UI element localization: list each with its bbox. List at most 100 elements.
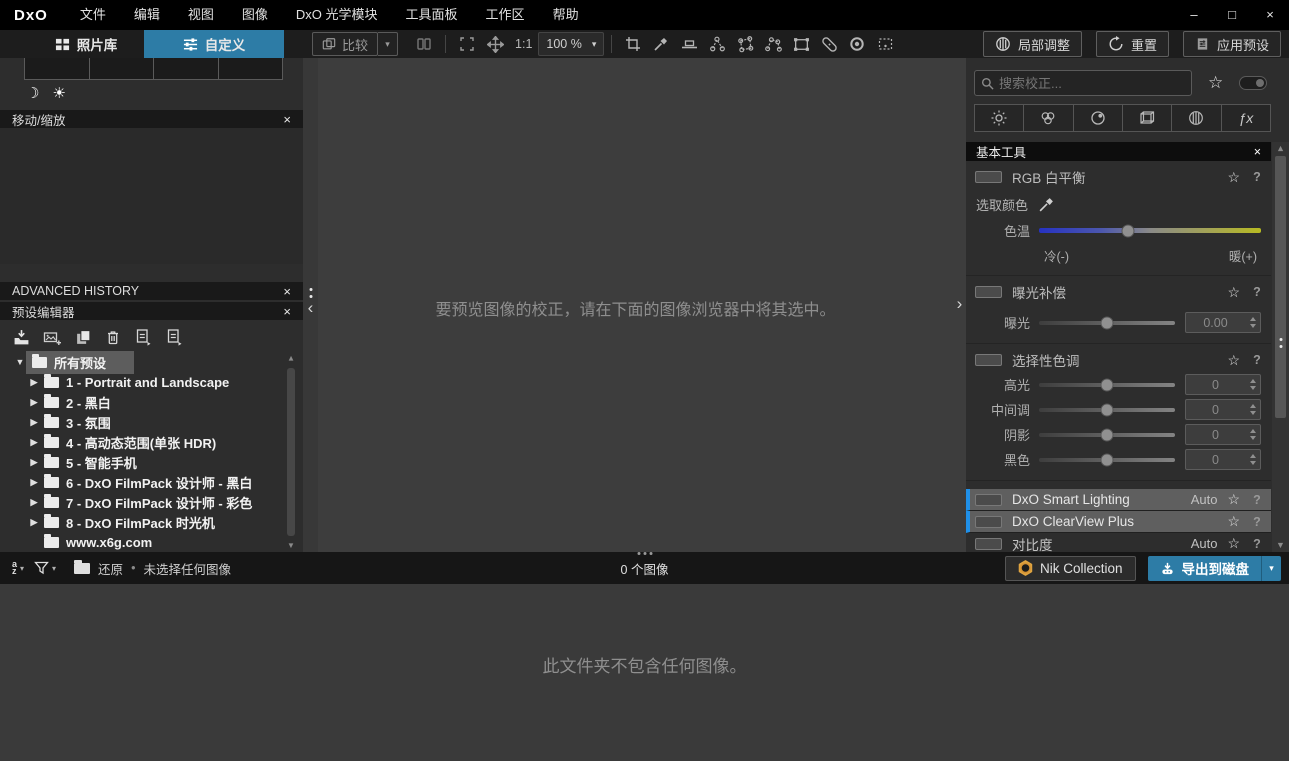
preset-folder[interactable]: ▶ 2 - 黑白: [0, 392, 303, 412]
search-input[interactable]: [999, 75, 1185, 91]
menu-image[interactable]: 图像: [228, 0, 282, 30]
white-balance-picker-icon[interactable]: [649, 32, 673, 56]
preset-folder[interactable]: ▶ 6 - DxO FilmPack 设计师 - 黑白: [0, 472, 303, 492]
color-picker-icon[interactable]: [1038, 196, 1055, 213]
help-icon[interactable]: ?: [1252, 353, 1262, 367]
export-to-disk-button[interactable]: 导出到磁盘: [1147, 555, 1261, 581]
right-panel-splitter[interactable]: ›: [953, 58, 966, 552]
selective-tone-checkbox[interactable]: [975, 354, 1002, 366]
preset-tree-scrollbar[interactable]: ▼ ▼: [285, 354, 297, 550]
delete-preset-icon[interactable]: [105, 329, 121, 346]
selection-tool-icon[interactable]: [873, 32, 897, 56]
clearview-checkbox[interactable]: [975, 515, 1002, 528]
highlights-value-input[interactable]: 0: [1185, 374, 1261, 395]
shadow-clipping-icon[interactable]: ☽: [26, 84, 39, 102]
sort-icon[interactable]: a z: [12, 560, 17, 576]
menu-workspace[interactable]: 工作区: [472, 0, 539, 30]
help-icon[interactable]: ?: [1252, 170, 1262, 184]
exposure-value-input[interactable]: 0.00: [1185, 312, 1261, 333]
blacks-value-input[interactable]: 0: [1185, 449, 1261, 470]
sort-dropdown-icon[interactable]: ▾: [20, 564, 24, 573]
preset-folder[interactable]: ▶ 5 - 智能手机: [0, 452, 303, 472]
import-preset-icon[interactable]: [13, 329, 30, 346]
close-button[interactable]: ×: [1251, 0, 1289, 30]
help-icon[interactable]: ?: [1252, 537, 1262, 551]
import-export-preset-icon[interactable]: [165, 328, 183, 346]
export-options-dropdown[interactable]: ▾: [1261, 555, 1281, 581]
search-corrections-box[interactable]: [974, 70, 1192, 96]
tri-right-icon[interactable]: ▶: [28, 477, 40, 488]
scrollbar-thumb[interactable]: [1275, 156, 1286, 418]
tri-right-icon[interactable]: ▶: [28, 377, 40, 388]
smart-lighting-checkbox[interactable]: [975, 493, 1002, 506]
slider-handle[interactable]: [1100, 378, 1114, 391]
preset-editor-palette-header[interactable]: 预设编辑器 ×: [0, 302, 303, 320]
tab-customize[interactable]: 自定义: [144, 30, 284, 58]
control-point-tool-icon[interactable]: [705, 32, 729, 56]
highlights-slider[interactable]: [1039, 378, 1175, 391]
scroll-down-icon[interactable]: ▼: [1272, 540, 1289, 550]
tri-right-icon[interactable]: ▶: [28, 437, 40, 448]
close-icon[interactable]: ×: [283, 284, 291, 299]
crop-tool-icon[interactable]: [621, 32, 645, 56]
stepper-icon[interactable]: [1245, 317, 1260, 328]
favorite-star-icon[interactable]: ☆: [1227, 284, 1240, 301]
tri-right-icon[interactable]: ▶: [28, 517, 40, 528]
current-folder-label[interactable]: 还原: [98, 559, 123, 578]
close-icon[interactable]: ×: [1254, 145, 1261, 159]
basic-tools-header[interactable]: 基本工具 ×: [966, 142, 1271, 161]
minimize-button[interactable]: –: [1175, 0, 1213, 30]
menu-file[interactable]: 文件: [66, 0, 120, 30]
preset-folder[interactable]: ▶ www.x6g.com: [0, 532, 303, 552]
stepper-icon[interactable]: [1245, 454, 1260, 465]
preset-folder[interactable]: ▶ 8 - DxO FilmPack 时光机: [0, 512, 303, 532]
help-icon[interactable]: ?: [1252, 285, 1262, 299]
favorite-star-icon[interactable]: ☆: [1227, 169, 1240, 186]
horizon-tool-icon[interactable]: [677, 32, 701, 56]
shadows-value-input[interactable]: 0: [1185, 424, 1261, 445]
local-adjustments-button[interactable]: 局部调整: [982, 31, 1082, 57]
slider-handle[interactable]: [1121, 224, 1135, 237]
close-icon[interactable]: ×: [283, 112, 291, 127]
collapse-right-panel-icon[interactable]: ›: [957, 294, 963, 314]
compare-dropdown[interactable]: ▾: [378, 32, 399, 56]
favorites-filter-icon[interactable]: ☆: [1208, 73, 1223, 93]
favorite-star-icon[interactable]: ☆: [1227, 513, 1240, 530]
tri-right-icon[interactable]: ▶: [28, 397, 40, 408]
tab-effects[interactable]: ƒx: [1220, 104, 1271, 132]
preset-folder[interactable]: ▶ 4 - 高动态范围(单张 HDR): [0, 432, 303, 452]
midtones-value-input[interactable]: 0: [1185, 399, 1261, 420]
preset-folder[interactable]: ▶ 1 - Portrait and Landscape: [0, 372, 303, 392]
tab-geometry[interactable]: [1121, 104, 1172, 132]
stepper-icon[interactable]: [1245, 379, 1260, 390]
browser-resize-handle[interactable]: [637, 552, 652, 555]
contrast-checkbox[interactable]: [975, 537, 1002, 550]
repair-tool-icon[interactable]: [817, 32, 841, 56]
compare-button[interactable]: 比较: [312, 32, 379, 56]
tri-right-icon[interactable]: ▶: [28, 457, 40, 468]
menu-dxo-modules[interactable]: DxO 光学模块: [282, 0, 392, 30]
advanced-history-palette-header[interactable]: ADVANCED HISTORY ×: [0, 282, 303, 300]
maximize-button[interactable]: □: [1213, 0, 1251, 30]
slider-handle[interactable]: [1100, 316, 1114, 329]
midtones-slider[interactable]: [1039, 403, 1175, 416]
favorite-star-icon[interactable]: ☆: [1227, 352, 1240, 369]
scroll-down-icon[interactable]: ▼: [285, 541, 297, 550]
apply-preset-button[interactable]: 应用预设: [1182, 31, 1281, 57]
slider-handle[interactable]: [1100, 403, 1114, 416]
menu-tool-palettes[interactable]: 工具面板: [392, 0, 472, 30]
favorite-star-icon[interactable]: ☆: [1227, 491, 1240, 508]
export-preset-icon[interactable]: [134, 328, 152, 346]
move-zoom-palette-header[interactable]: 移动/缩放 ×: [0, 110, 303, 128]
reset-button[interactable]: 重置: [1095, 31, 1169, 57]
tri-down-icon[interactable]: ▼: [14, 357, 26, 367]
tab-light[interactable]: [974, 104, 1024, 132]
red-eye-tool-icon[interactable]: [845, 32, 869, 56]
smart-lighting-row[interactable]: DxO Smart Lighting Auto ☆ ?: [966, 489, 1271, 511]
clearview-row[interactable]: DxO ClearView Plus ☆ ?: [966, 511, 1271, 533]
control-line-tool-icon[interactable]: [761, 32, 785, 56]
fit-screen-icon[interactable]: [455, 32, 479, 56]
active-corrections-toggle[interactable]: [1239, 76, 1268, 90]
splitter-grip[interactable]: [1279, 338, 1282, 348]
scroll-up-icon[interactable]: ▼: [1272, 144, 1289, 154]
